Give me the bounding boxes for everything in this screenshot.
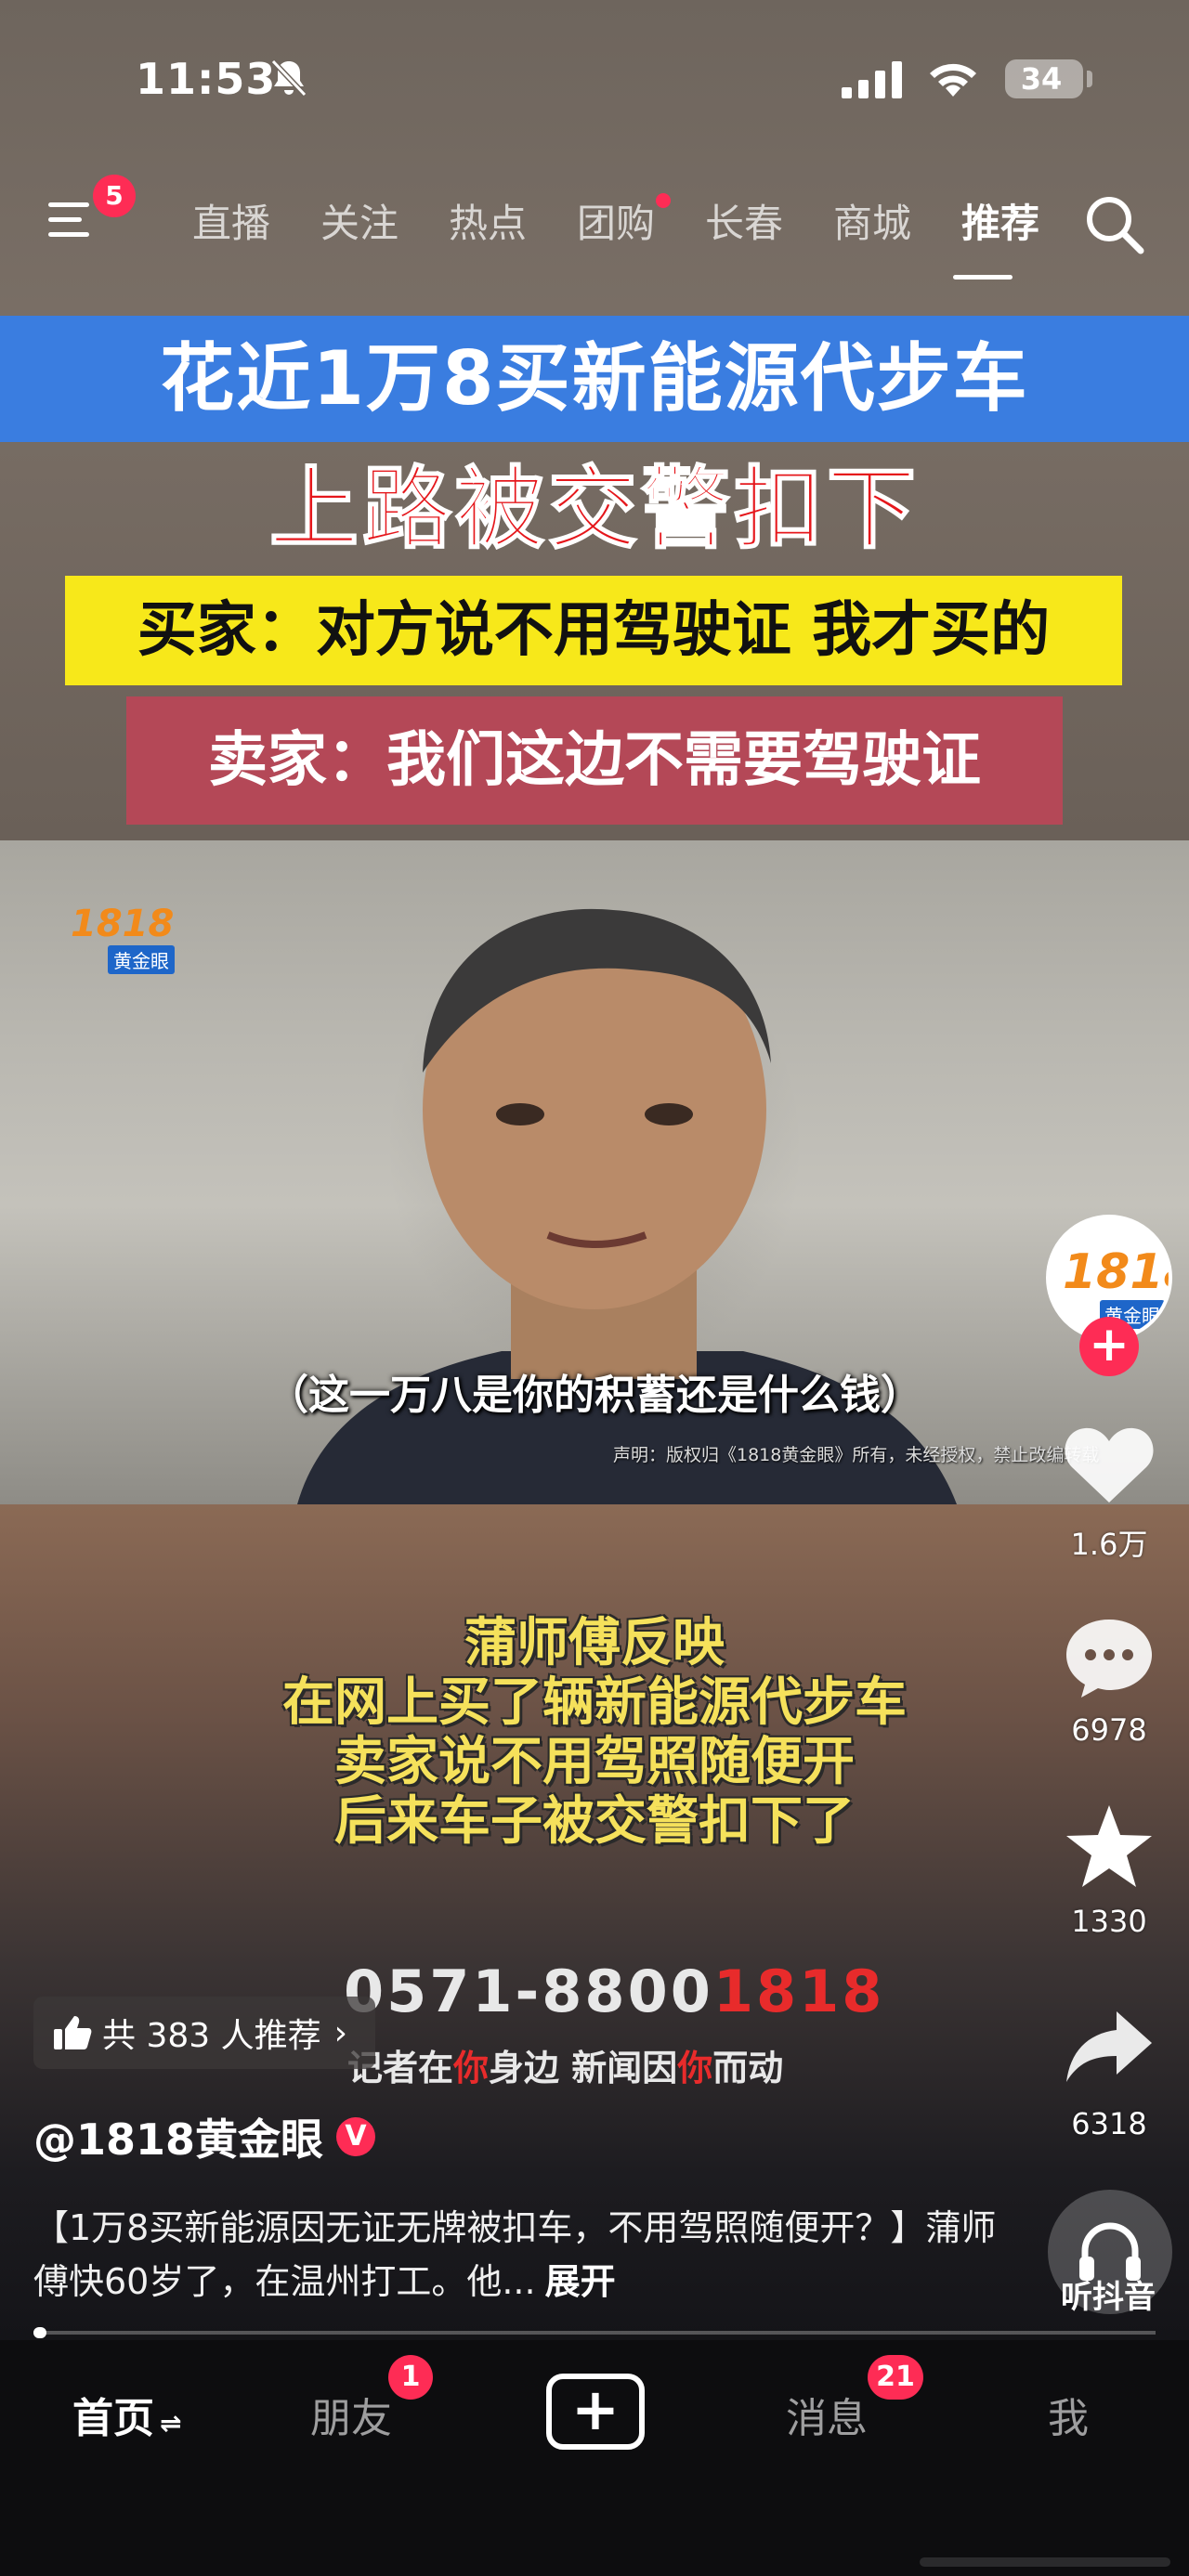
video-subtitle: （这一万八是你的积蓄还是什么钱）: [268, 1372, 921, 1419]
channel-logo: 1818 黄金眼: [71, 903, 182, 974]
follow-button[interactable]: +: [1079, 1317, 1139, 1376]
thumbs-up-icon: [54, 2016, 92, 2049]
battery-level: 34: [1020, 61, 1063, 97]
tab-following[interactable]: 关注: [295, 193, 424, 254]
expand-link[interactable]: 展开: [545, 2261, 616, 2302]
tab-changchun[interactable]: 长春: [680, 193, 808, 254]
recommend-label: 共 383 人推荐: [102, 2017, 321, 2055]
author-handle-text: @1818黄金眼: [33, 2114, 324, 2165]
chevron-right-icon: ›: [333, 2013, 348, 2052]
comment-count: 6978: [1071, 1712, 1147, 1748]
video-description: 【1万8买新能源因无证无牌被扣车，不用驾照随便开？】蒲师傅快60岁了，在温州打工…: [33, 2201, 1000, 2309]
new-dot-badge: [656, 193, 671, 208]
channel-slogan: 记者在你身边 新闻因你而动: [347, 2039, 783, 2090]
messages-badge: 21: [868, 2355, 923, 2400]
battery-tip: [1087, 71, 1092, 87]
bell-muted-icon: [270, 59, 307, 98]
search-icon[interactable]: [1081, 191, 1146, 256]
slogan-highlight: 你: [677, 2048, 713, 2088]
tab-trending[interactable]: 热点: [424, 193, 552, 254]
star-icon[interactable]: [1061, 1802, 1157, 1891]
channel-logo-number: 1818: [71, 903, 175, 945]
channel-logo-tag: 黄金眼: [108, 945, 175, 974]
favorite-count: 1330: [1071, 1904, 1147, 1939]
top-nav-tabs: 直播 关注 热点 团购 长春 商城 推荐: [167, 193, 1065, 254]
video-title-banner: 花近1万8买新能源代步车: [0, 316, 1189, 442]
hotline-highlight: 1818: [712, 1958, 885, 2025]
watermark: [920, 2557, 1170, 2567]
copyright-disclaimer: 声明：版权归《1818黄金眼》所有，未经授权，禁止改编转载: [613, 1445, 1100, 1465]
active-tab-indicator: [953, 275, 1013, 280]
create-post-button[interactable]: +: [546, 2374, 645, 2450]
tab-home-label: 首页: [72, 2395, 154, 2442]
tab-live[interactable]: 直播: [167, 193, 295, 254]
verified-icon: V: [336, 2117, 376, 2156]
tab-messages[interactable]: 消息: [786, 2385, 868, 2444]
seller-quote-banner: 卖家：我们这边不需要驾驶证: [126, 696, 1063, 825]
menu-badge: 5: [93, 175, 136, 217]
battery-indicator: 34: [1005, 59, 1083, 98]
plus-icon: +: [571, 2375, 620, 2443]
video-captions: 蒲师傅反映 在网上买了辆新能源代步车 卖家说不用驾照随便开 后来车子被交警扣下了: [0, 1614, 1189, 1852]
recommend-pill[interactable]: 共 383 人推荐 ›: [33, 1997, 376, 2069]
tab-group-buy[interactable]: 团购: [552, 193, 680, 254]
wifi-icon: [930, 63, 976, 97]
tab-home[interactable]: 首页 ⇌: [72, 2385, 181, 2444]
comment-icon[interactable]: [1061, 1612, 1157, 1701]
cellular-signal-icon: [842, 61, 902, 98]
caption-line: 在网上买了辆新能源代步车: [282, 1672, 907, 1733]
caption-line: 蒲师傅反映: [464, 1613, 725, 1673]
tab-me[interactable]: 我: [1048, 2385, 1089, 2444]
switch-arrows-icon: ⇌: [160, 2408, 182, 2439]
friends-badge: 1: [388, 2355, 433, 2400]
listen-label[interactable]: 听抖音: [1029, 2271, 1187, 2317]
like-count: 1.6万: [1070, 1527, 1148, 1562]
hotline-number: 0571-88001818: [344, 1958, 884, 2025]
description-text: 【1万8买新能源因无证无牌被扣车，不用驾照随便开？】蒲师傅快60岁了，在温州打工…: [33, 2207, 997, 2302]
video-progress-thumb[interactable]: [33, 2327, 46, 2338]
caption-line: 后来车子被交警扣下了: [334, 1791, 855, 1852]
heart-icon[interactable]: [1061, 1421, 1157, 1510]
slogan-part: 身边 新闻因: [489, 2048, 678, 2088]
avatar-logo-number: 1818: [1063, 1244, 1169, 1300]
hotline-prefix: 0571-8800: [344, 1958, 713, 2025]
tab-friends[interactable]: 朋友: [310, 2385, 392, 2444]
video-headline: 上路被交警扣下: [268, 456, 920, 562]
tab-recommend[interactable]: 推荐: [936, 193, 1065, 254]
buyer-quote-banner: 买家：对方说不用驾驶证 我才买的: [65, 576, 1122, 685]
status-time: 11:53: [136, 54, 277, 104]
tab-group-buy-label: 团购: [576, 201, 655, 246]
slogan-highlight: 你: [453, 2048, 490, 2088]
tab-mall[interactable]: 商城: [808, 193, 936, 254]
menu-icon[interactable]: [46, 199, 98, 241]
author-handle[interactable]: @1818黄金眼 V: [33, 2106, 376, 2167]
caption-line: 卖家说不用驾照随便开: [334, 1732, 855, 1792]
share-count: 6318: [1071, 2106, 1147, 2141]
share-icon[interactable]: [1061, 2002, 1157, 2091]
slogan-part: 而动: [712, 2048, 784, 2088]
video-progress-track[interactable]: [33, 2331, 1156, 2335]
